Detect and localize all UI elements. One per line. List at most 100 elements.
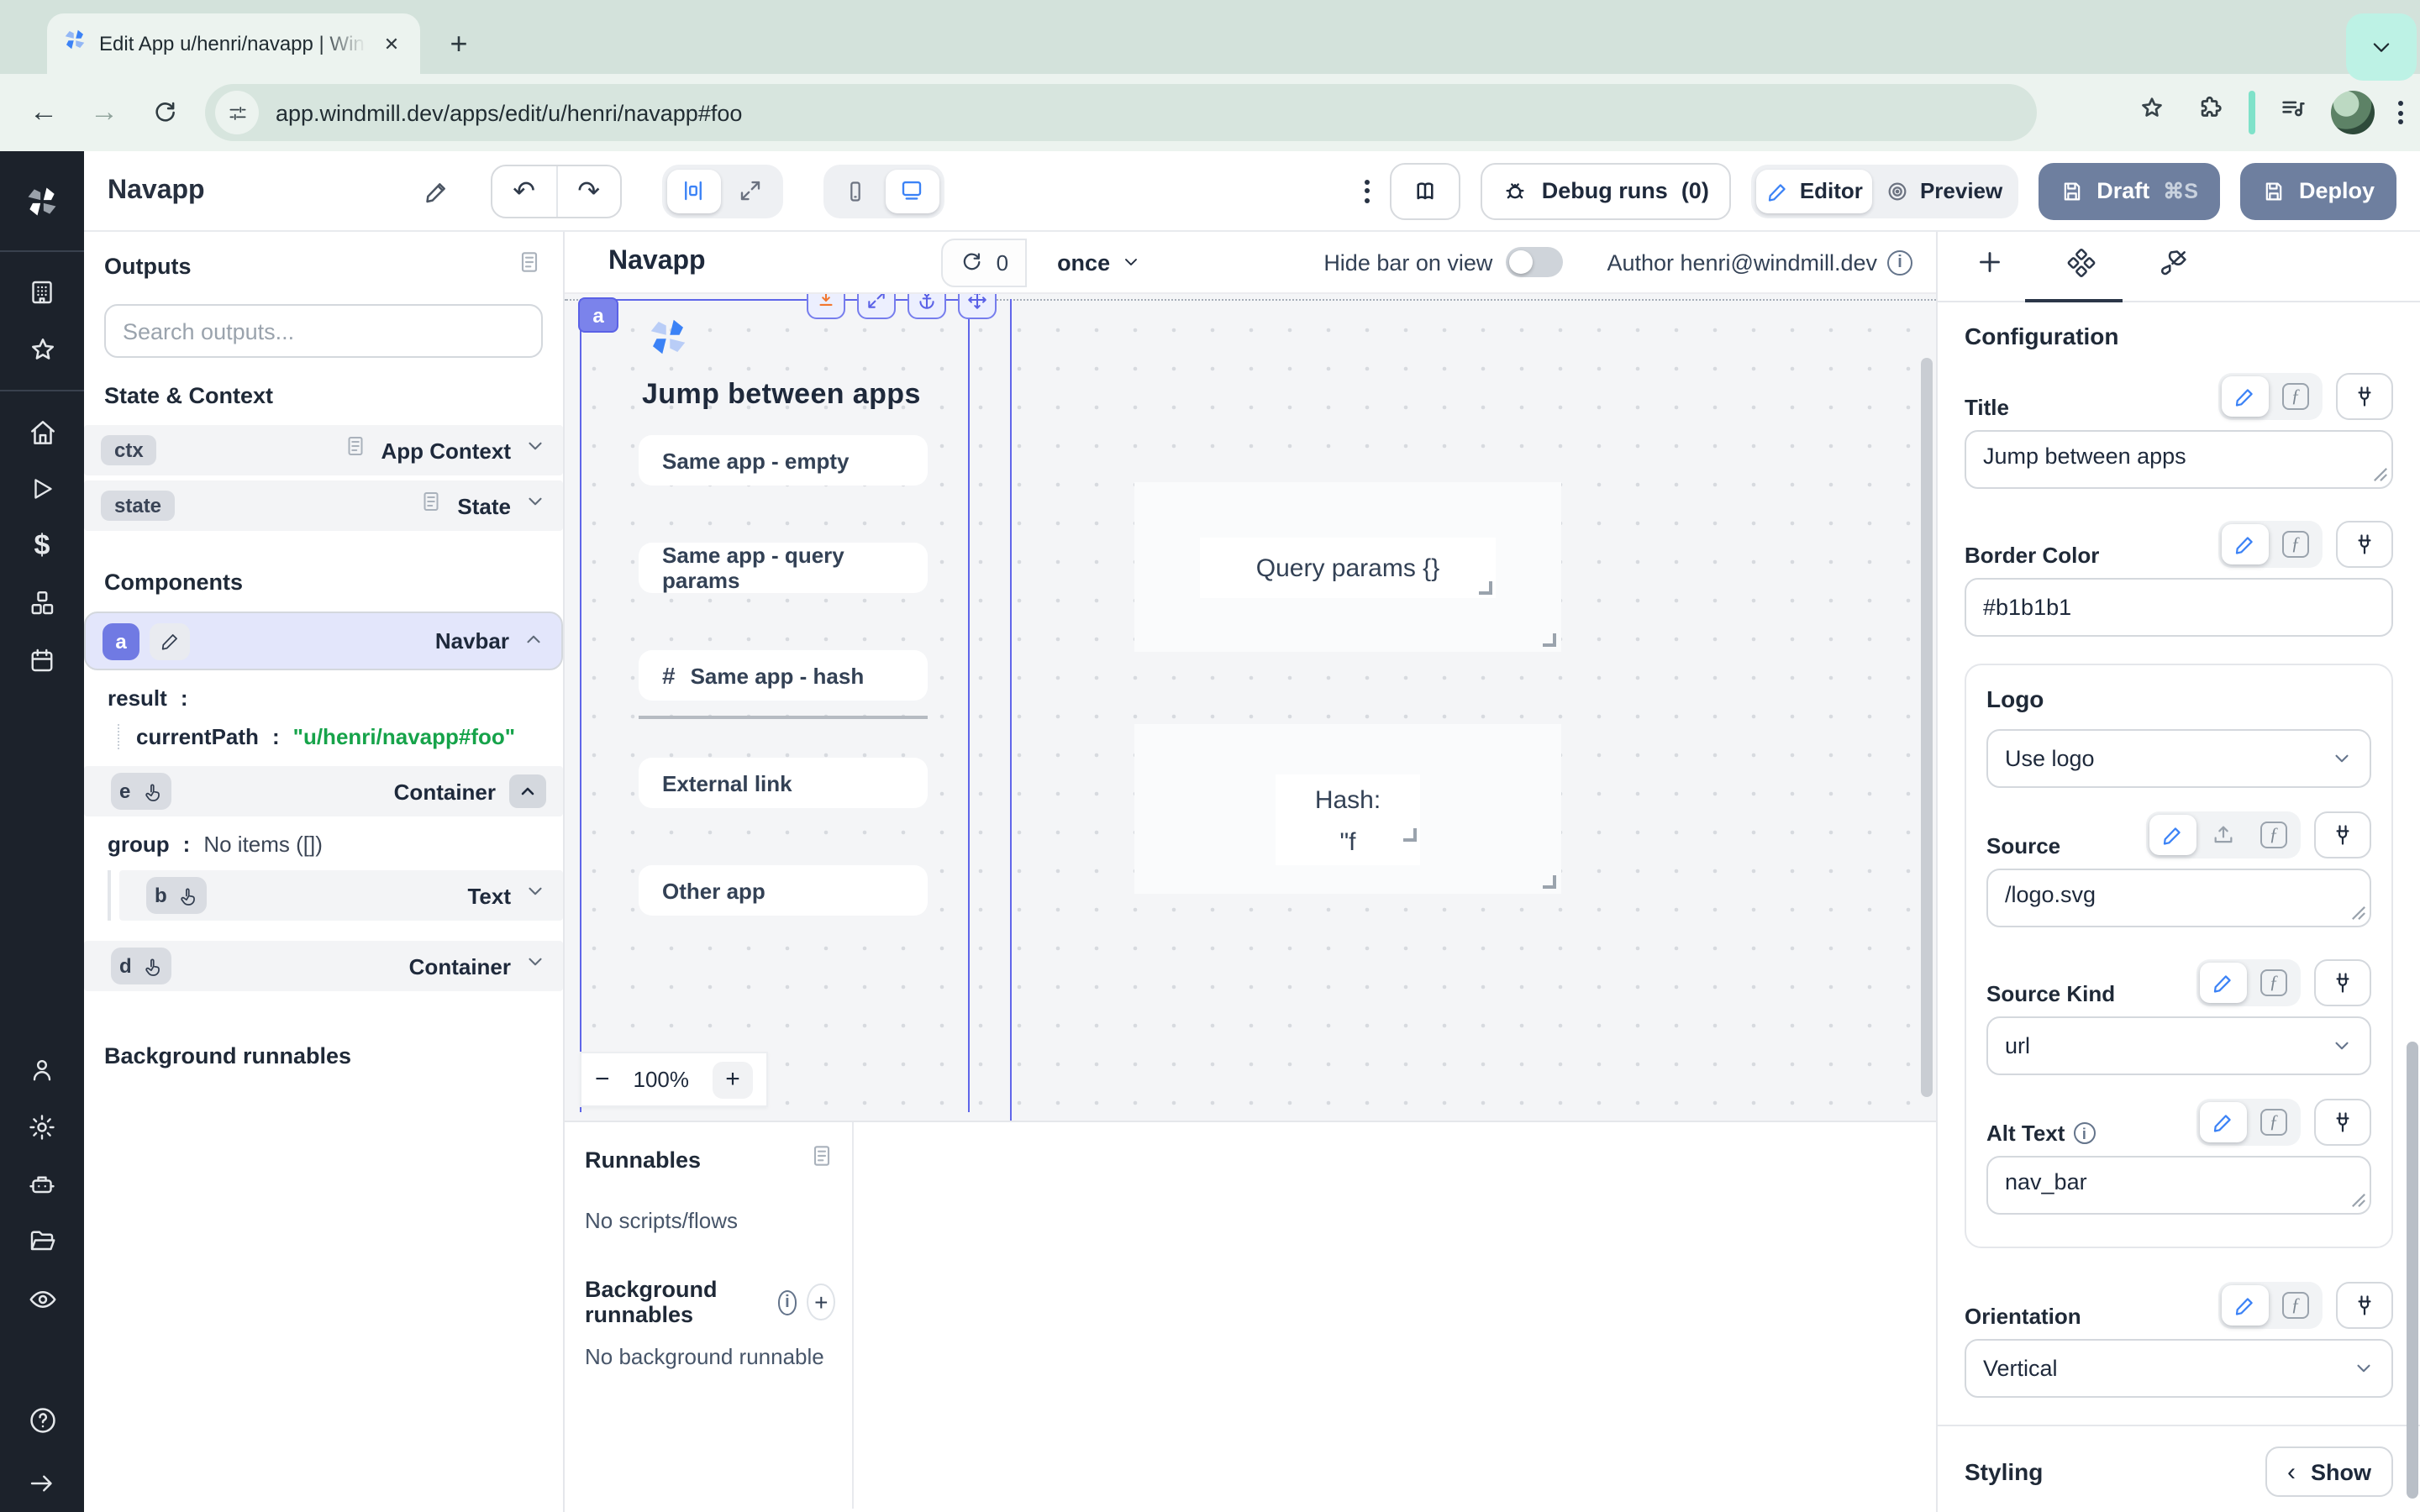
audit-eye-icon[interactable]	[0, 1270, 84, 1327]
component-e-badge[interactable]: e	[111, 773, 171, 810]
nav-link-same-app-hash[interactable]: # Same app - hash	[639, 650, 928, 701]
upload-icon[interactable]	[2200, 815, 2247, 855]
debug-runs-button[interactable]: Debug runs (0)	[1481, 162, 1731, 219]
expand-rail-arrow-icon[interactable]	[0, 1455, 84, 1512]
textarea-resize-icon[interactable]	[2351, 899, 2366, 929]
static-pencil-icon[interactable]	[2222, 376, 2269, 417]
folders-icon[interactable]	[0, 1213, 84, 1270]
component-b-badge[interactable]: b	[146, 877, 208, 914]
browser-tab[interactable]: Edit App u/henri/navapp | Win ✕	[47, 13, 420, 74]
nav-link-external-link[interactable]: External link	[639, 758, 928, 808]
tab-close-icon[interactable]: ✕	[378, 30, 405, 57]
preview-tab[interactable]: Preview	[1876, 169, 2012, 213]
browser-menu-icon[interactable]	[2398, 101, 2403, 124]
move-component-icon[interactable]	[958, 292, 997, 319]
docs-button[interactable]	[1391, 162, 1461, 219]
canvas[interactable]: a	[565, 292, 1936, 1121]
home-icon[interactable]	[0, 403, 84, 460]
reload-icon[interactable]	[138, 86, 192, 139]
settings-tab-components-icon[interactable]	[2065, 246, 2097, 286]
new-tab-button[interactable]: +	[437, 22, 481, 66]
nav-link-same-app-empty[interactable]: Same app - empty	[639, 435, 928, 486]
bookmark-star-icon[interactable]	[2138, 94, 2166, 131]
extensions-puzzle-icon[interactable]	[2196, 94, 2225, 131]
alt-text-input[interactable]: nav_bar	[1986, 1156, 2371, 1215]
styling-tab-brush-icon[interactable]	[2158, 246, 2190, 286]
zoom-in-button[interactable]: +	[713, 1061, 753, 1098]
fx-expression-icon[interactable]: ƒ	[2250, 963, 2297, 1003]
textarea-resize-icon[interactable]	[2351, 1186, 2366, 1216]
settings-panel-scrollbar[interactable]	[2407, 1042, 2418, 1499]
state-doc-icon[interactable]	[418, 489, 444, 522]
fx-expression-icon[interactable]: ƒ	[2272, 1285, 2319, 1326]
orientation-select[interactable]: Vertical	[1965, 1339, 2393, 1398]
resize-handle[interactable]	[1543, 633, 1556, 647]
runs-play-icon[interactable]	[0, 460, 84, 517]
desktop-view-button[interactable]	[886, 169, 939, 213]
component-d-badge[interactable]: d	[111, 948, 172, 984]
border-color-input[interactable]	[1965, 578, 2393, 637]
zoom-out-button[interactable]: −	[595, 1065, 610, 1094]
add-background-runnable-button[interactable]: +	[807, 1284, 835, 1320]
profile-avatar[interactable]	[2331, 91, 2375, 134]
state-row[interactable]: state State	[84, 480, 563, 531]
fx-expression-icon[interactable]: ƒ	[2250, 815, 2297, 855]
expand-component-icon[interactable]	[857, 292, 896, 319]
component-d-chevron-down-icon[interactable]	[524, 951, 546, 981]
address-bar[interactable]: app.windmill.dev/apps/edit/u/henri/navap…	[205, 84, 2037, 141]
media-playlist-icon[interactable]	[2279, 94, 2307, 131]
expand-canvas-button[interactable]	[724, 169, 778, 213]
query-params-box[interactable]: Query params {}	[1134, 482, 1561, 652]
component-e-row[interactable]: e Container	[84, 766, 563, 816]
fx-expression-icon[interactable]: ƒ	[2272, 376, 2319, 417]
component-e-chevron-up-icon[interactable]	[509, 774, 546, 808]
resize-handle[interactable]	[1479, 581, 1492, 595]
fx-expression-icon[interactable]: ƒ	[2272, 524, 2319, 564]
styling-show-button[interactable]: ‹ Show	[2265, 1446, 2393, 1497]
forward-icon[interactable]: →	[77, 86, 131, 139]
source-input[interactable]: /logo.svg	[1986, 869, 2371, 927]
component-align-button[interactable]	[667, 169, 721, 213]
workspace-building-icon[interactable]	[0, 264, 84, 321]
static-pencil-icon[interactable]	[2222, 524, 2269, 564]
pricing-dollar-icon[interactable]: $	[0, 517, 84, 575]
refresh-count-box[interactable]: 0	[941, 238, 1027, 286]
resize-handle[interactable]	[1543, 875, 1556, 889]
kebab-menu-icon[interactable]	[1365, 179, 1370, 202]
favorites-star-icon[interactable]	[0, 321, 84, 378]
ctx-chevron-down-icon[interactable]	[524, 435, 546, 465]
component-b-chevron-down-icon[interactable]	[524, 880, 546, 911]
draft-button[interactable]: Draft ⌘S	[2038, 162, 2220, 219]
background-runnables-info-icon[interactable]: i	[777, 1289, 797, 1315]
back-icon[interactable]: ←	[17, 86, 71, 139]
ctx-row[interactable]: ctx App Context	[84, 425, 563, 475]
connect-plug-icon[interactable]	[2314, 1099, 2371, 1146]
connect-plug-icon[interactable]	[2314, 959, 2371, 1006]
insert-component-tab-plus-icon[interactable]	[1975, 247, 2005, 286]
connect-plug-icon[interactable]	[2336, 521, 2393, 568]
component-a-chevron-up-icon[interactable]	[523, 627, 544, 654]
static-pencil-icon[interactable]	[2200, 1102, 2247, 1142]
edit-title-pencil-icon[interactable]	[424, 177, 450, 204]
site-settings-icon[interactable]	[215, 91, 259, 134]
connect-plug-icon[interactable]	[2314, 811, 2371, 858]
windmill-logo-icon[interactable]	[0, 165, 84, 239]
help-question-icon[interactable]	[0, 1391, 84, 1448]
component-a-row[interactable]: a Navbar	[84, 612, 563, 670]
tab-search-button[interactable]	[2346, 13, 2417, 81]
component-d-row[interactable]: d Container	[84, 941, 563, 991]
resize-handle[interactable]	[1403, 828, 1417, 842]
title-input[interactable]: Jump between apps	[1965, 430, 2393, 489]
canvas-scrollbar[interactable]	[1921, 358, 1933, 1097]
hash-box[interactable]: Hash: "f	[1134, 724, 1561, 894]
settings-gear-icon[interactable]	[0, 1099, 84, 1156]
navbar-component-selection[interactable]: a	[580, 299, 970, 1112]
resources-cubes-icon[interactable]	[0, 575, 84, 632]
hide-bar-toggle[interactable]	[1506, 247, 1563, 277]
redo-button[interactable]: ↷	[556, 165, 620, 216]
alt-text-info-icon[interactable]: i	[2073, 1122, 2095, 1144]
refresh-mode-dropdown[interactable]: once	[1044, 238, 1154, 286]
outputs-search-input[interactable]	[104, 304, 543, 358]
fill-height-icon[interactable]	[807, 292, 845, 319]
connect-plug-icon[interactable]	[2336, 1282, 2393, 1329]
